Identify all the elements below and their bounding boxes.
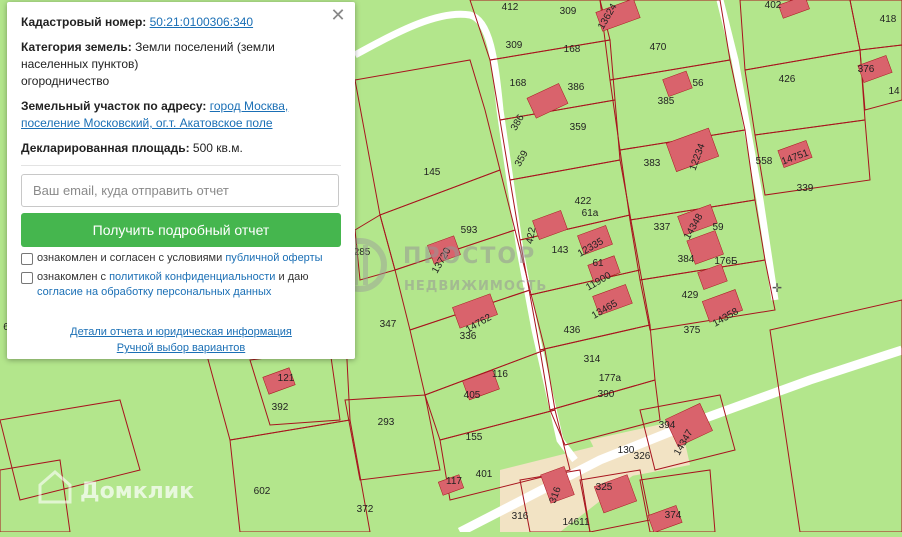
plot-number-label: 383	[644, 158, 661, 169]
address-link-2[interactable]: поселение Московский, ог.т. Акатовское п…	[21, 116, 273, 130]
plot-number-label: 558	[756, 156, 773, 167]
bottom-links: Детали отчета и юридическая информация Р…	[21, 324, 341, 356]
category-value-1: Земли поселений (земли	[135, 40, 275, 54]
plot-number-label: 177a	[599, 373, 622, 384]
plot-number-label: 168	[564, 44, 581, 55]
plot-number-label: 168	[510, 78, 527, 89]
plot-number-label: 293	[378, 417, 395, 428]
address-link-1[interactable]: город Москва,	[210, 99, 289, 113]
plot-number-label: 14	[888, 86, 900, 97]
plot-number-label: 392	[272, 402, 289, 413]
plot-number-label: 121	[278, 373, 295, 384]
cadastral-number-link[interactable]: 50:21:0100306:340	[150, 15, 253, 29]
address-label: Земельный участок по адресу:	[21, 99, 207, 113]
consent-privacy-row: ознакомлен с политикой конфиденциальност…	[21, 270, 341, 300]
parcel-info-card: ✕ Кадастровый номер: 50:21:0100306:340 К…	[7, 2, 355, 359]
plot-number-label: 116	[492, 369, 508, 380]
category-value-2: населенных пунктов)	[21, 57, 139, 71]
privacy-policy-link[interactable]: политикой конфиденциальности	[109, 271, 275, 283]
plot-number-label: 309	[560, 6, 577, 17]
consent-offer-text: ознакомлен и согласен с условиями публич…	[37, 251, 323, 266]
plot-number-label: 386	[568, 82, 585, 93]
consent-offer-prefix: ознакомлен и согласен с условиями	[37, 252, 223, 264]
get-report-button[interactable]: Получить подробный отчет	[21, 213, 341, 247]
plot-number-label: 61a	[582, 208, 599, 219]
manual-selection-link[interactable]: Ручной выбор вариантов	[117, 342, 245, 354]
plot-number-label: 314	[584, 354, 601, 365]
report-details-link[interactable]: Детали отчета и юридическая информация	[70, 326, 292, 338]
plot-number-label: 326	[634, 451, 651, 462]
consent-privacy-text: ознакомлен с политикой конфиденциальност…	[37, 270, 341, 300]
public-offer-link[interactable]: публичной оферты	[225, 252, 322, 264]
area-label: Декларированная площадь:	[21, 141, 190, 155]
plot-number-label: 117	[446, 476, 462, 487]
plot-number-label: 145	[424, 167, 441, 178]
plot-number-label: 384	[678, 254, 695, 265]
category-row: Категория земель: Земли поселений (земли…	[21, 39, 341, 90]
domclick-watermark: Домклик	[80, 479, 194, 504]
close-icon[interactable]: ✕	[329, 6, 347, 24]
consent-privacy-prefix: ознакомлен с	[37, 271, 107, 283]
plot-number-label: 402	[765, 0, 782, 11]
plot-number-label: 155	[466, 432, 483, 443]
plot-number-label: 390	[598, 389, 615, 400]
plot-number-label: 339	[797, 183, 814, 194]
plot-number-label: 309	[506, 40, 523, 51]
plot-number-label: 14611	[562, 517, 590, 528]
plot-number-label: 429	[682, 290, 699, 301]
plot-number-label: 336	[460, 331, 477, 342]
area-row: Декларированная площадь: 500 кв.м.	[21, 140, 341, 157]
address-row: Земельный участок по адресу: город Москв…	[21, 98, 341, 132]
plot-number-label: 376	[858, 64, 875, 75]
prostor-watermark-line2: НЕДВИЖИМОСТЬ	[404, 279, 547, 294]
plot-number-label: 426	[779, 74, 796, 85]
cadastral-row: Кадастровый номер: 50:21:0100306:340	[21, 14, 341, 31]
plot-number-label: 325	[596, 482, 613, 493]
prostor-watermark-line1: ПРОСТОР	[403, 244, 536, 269]
category-label: Категория земель:	[21, 40, 132, 54]
plot-number-label: 347	[380, 319, 397, 330]
plot-number-label: 176Б	[714, 256, 738, 267]
plot-number-label: 412	[502, 2, 519, 13]
plot-number-label: 375	[684, 325, 701, 336]
plot-number-label: 470	[650, 42, 667, 53]
plot-number-label: 374	[665, 510, 682, 521]
plot-number-label: 405	[464, 390, 481, 401]
plot-number-label: 394	[659, 420, 676, 431]
plot-number-label: 436	[564, 325, 581, 336]
consent-offer-row: ознакомлен и согласен с условиями публич…	[21, 251, 341, 266]
divider	[21, 165, 341, 166]
personal-data-consent-link[interactable]: согласие на обработку персональных данны…	[37, 286, 271, 298]
email-input[interactable]	[21, 174, 339, 207]
plot-number-label: 316	[512, 511, 529, 522]
plot-number-label: 59	[712, 222, 724, 233]
cadastral-label: Кадастровый номер:	[21, 15, 147, 29]
plot-number-label: 401	[476, 469, 493, 480]
plot-number-label: 143	[552, 245, 569, 256]
plot-number-label: 593	[461, 225, 478, 236]
category-value-3: огородничество	[21, 74, 110, 88]
plot-number-label: 422	[575, 196, 592, 207]
plot-number-label: 56	[692, 78, 704, 89]
plot-number-label: 61	[592, 258, 604, 269]
plot-number-label: 372	[357, 504, 374, 515]
plot-number-label: 418	[880, 14, 897, 25]
consent-privacy-checkbox[interactable]	[21, 272, 33, 284]
consent-privacy-mid: и даю	[278, 271, 309, 283]
plot-number-label: 602	[254, 486, 271, 497]
plot-number-label: 337	[654, 222, 671, 233]
plot-number-label: 359	[570, 122, 587, 133]
plot-number-label: 130	[618, 445, 635, 456]
plot-number-label: 385	[658, 96, 675, 107]
cursor-crosshair-icon: ✛	[772, 281, 782, 295]
consent-offer-checkbox[interactable]	[21, 253, 33, 265]
area-value: 500 кв.м.	[192, 141, 243, 155]
